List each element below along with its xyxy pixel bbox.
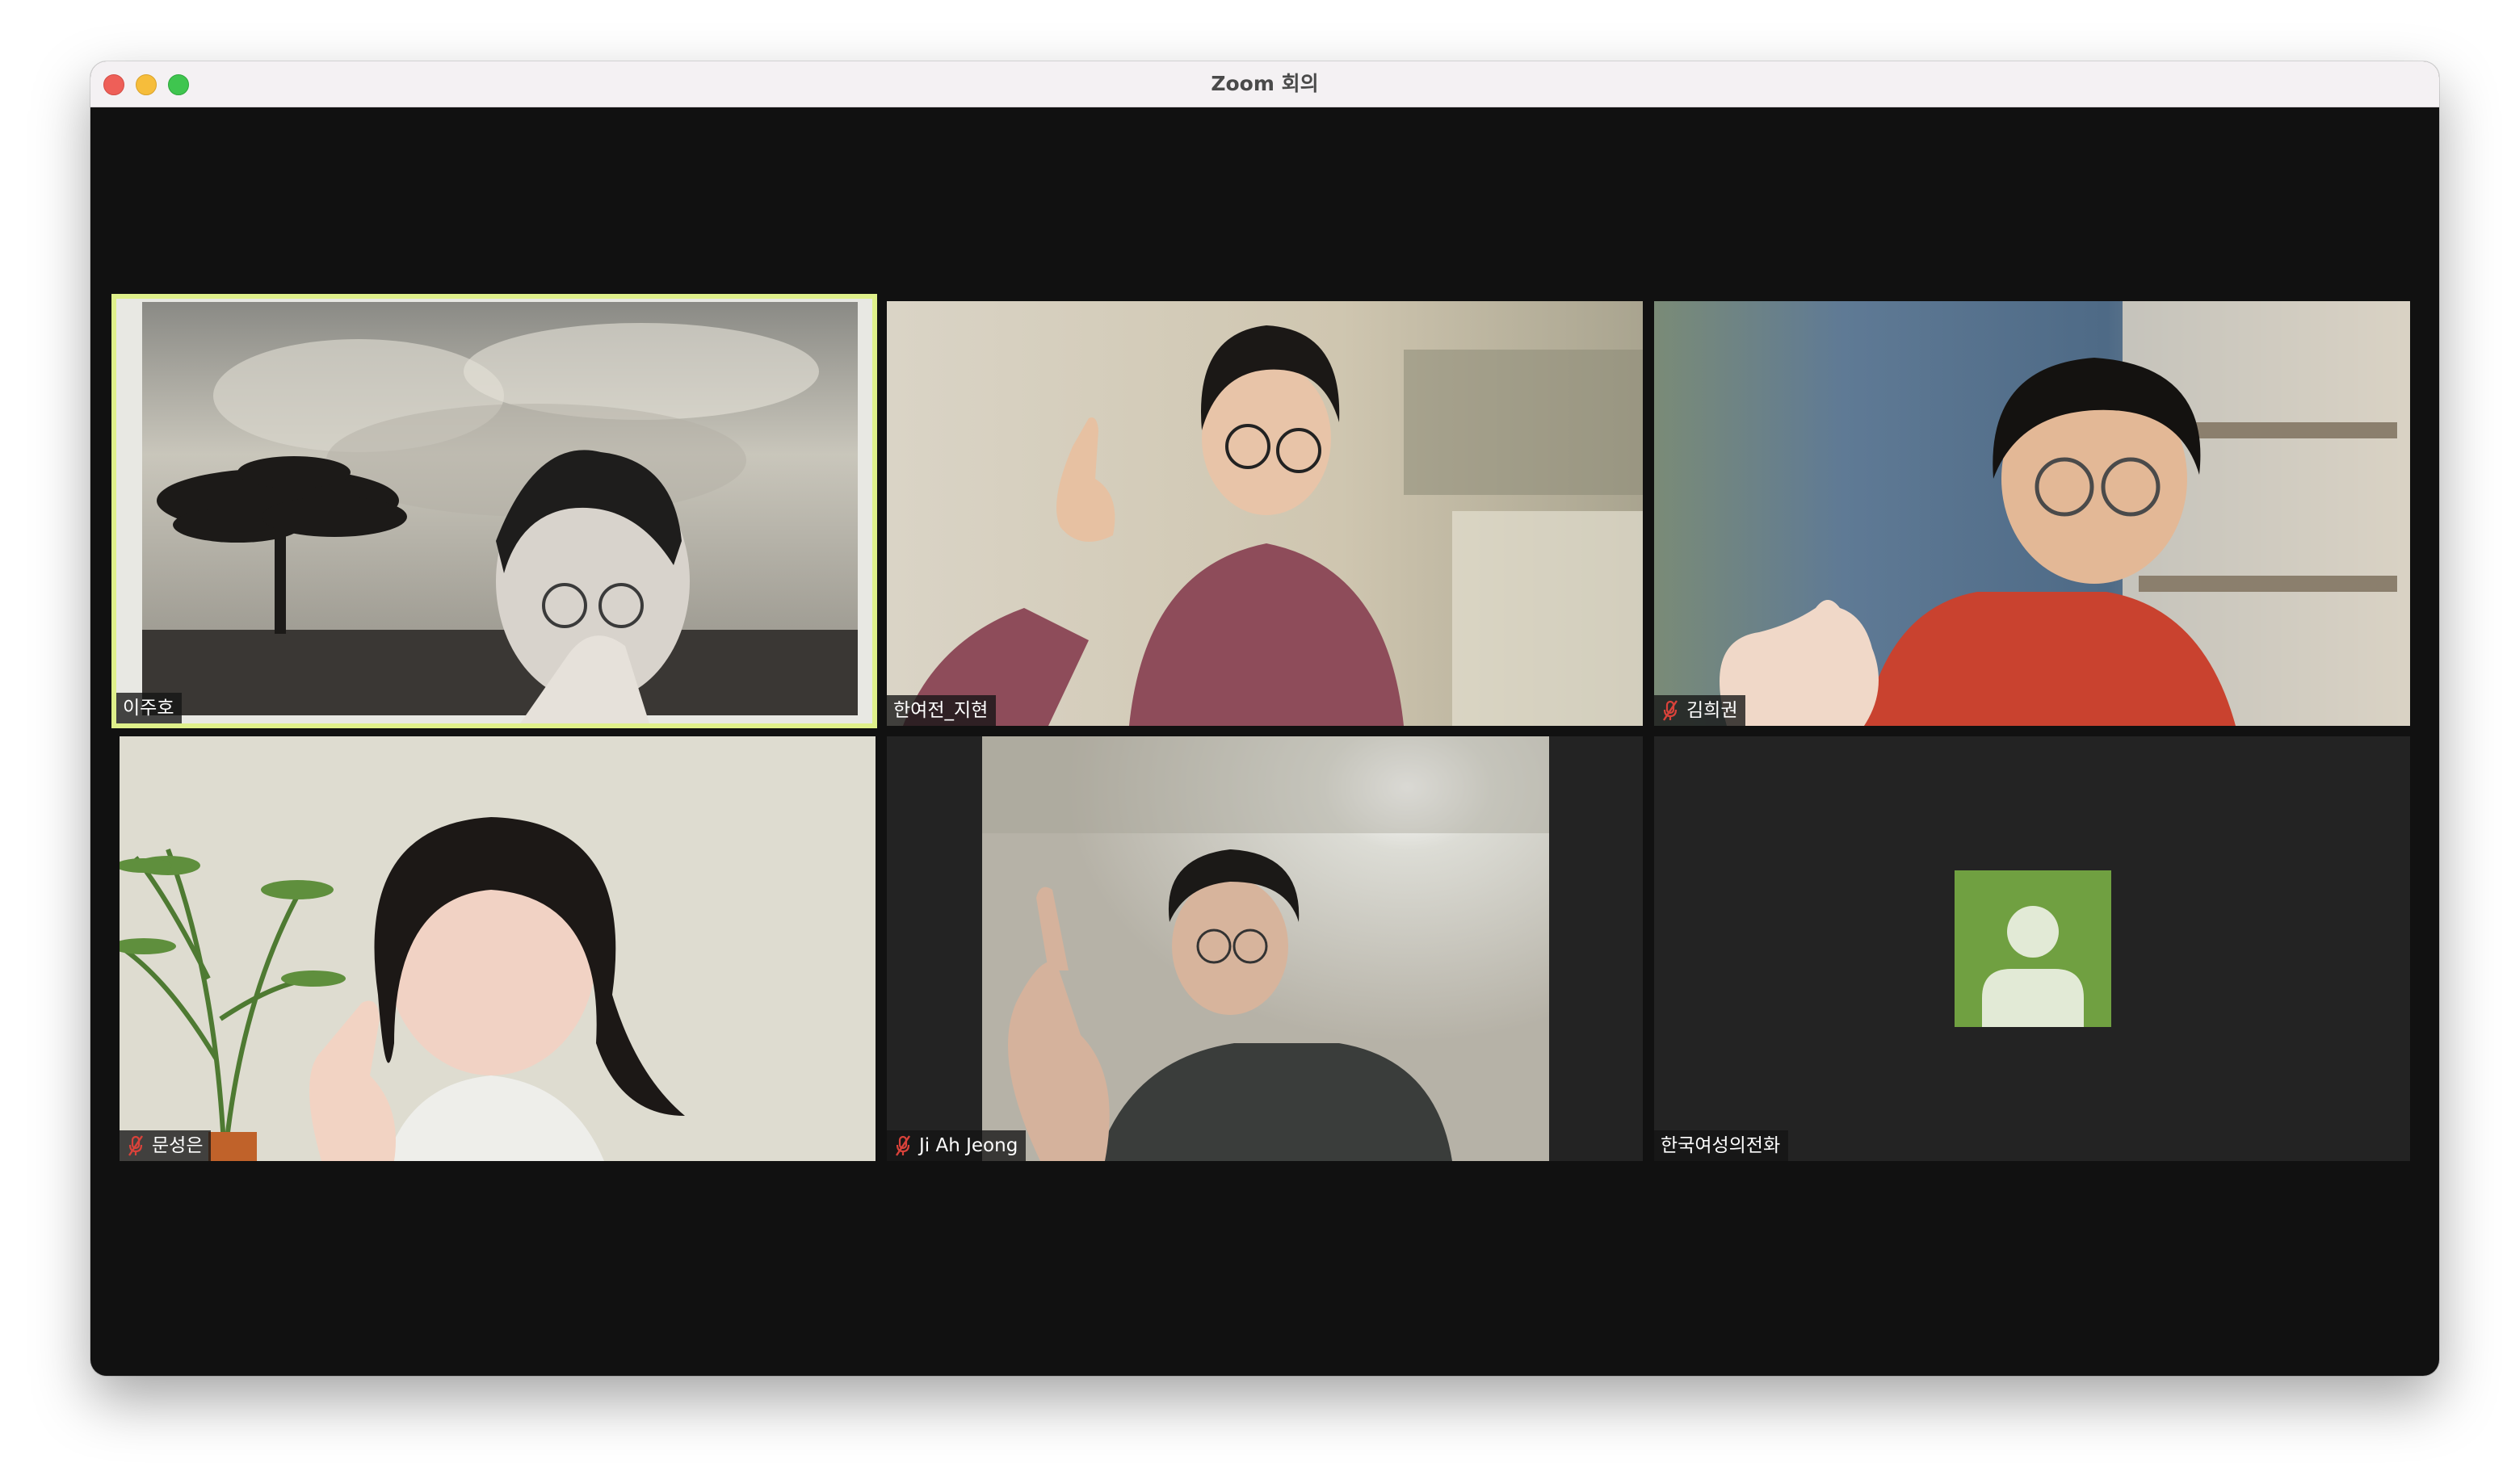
participant-name-tag: 김희권	[1654, 695, 1746, 726]
participant-video-5	[887, 736, 1643, 1161]
participant-tile-4[interactable]: 문성은	[120, 736, 876, 1161]
title-bar[interactable]: Zoom 회의	[90, 61, 2439, 107]
participant-name: 한국여성의전화	[1661, 1135, 1781, 1156]
default-avatar-icon	[1955, 870, 2111, 1027]
zoom-window: Zoom 회의 이주호 한여전_지현 김희권 문성은 Ji Ah Jeong 한…	[90, 61, 2439, 1376]
participant-name: 이주호	[123, 698, 174, 719]
muted-microphone-icon	[896, 1135, 910, 1156]
participant-video-4	[120, 736, 876, 1161]
participant-name: 문성은	[152, 1135, 204, 1156]
participant-name-tag: 이주호	[116, 693, 183, 723]
muted-microphone-icon	[1663, 700, 1678, 721]
participant-name: Ji Ah Jeong	[919, 1135, 1018, 1156]
participant-name-tag: 한여전_지현	[887, 695, 997, 726]
participant-video-1	[116, 299, 872, 723]
participant-name-tag: 문성은	[120, 1130, 212, 1161]
muted-microphone-icon	[128, 1135, 143, 1156]
participant-tile-6[interactable]: 한국여성의전화	[1654, 736, 2410, 1161]
participant-tile-2[interactable]: 한여전_지현	[887, 301, 1643, 726]
participant-tile-5[interactable]: Ji Ah Jeong	[887, 736, 1643, 1161]
participant-video-3	[1654, 301, 2410, 726]
window-title: Zoom 회의	[1211, 72, 1319, 95]
participant-name-tag: Ji Ah Jeong	[887, 1130, 1027, 1161]
participant-tile-1[interactable]: 이주호	[116, 299, 872, 723]
participant-name-tag: 한국여성의전화	[1654, 1130, 1789, 1161]
participant-tile-3[interactable]: 김희권	[1654, 301, 2410, 726]
participant-name: 김희권	[1686, 700, 1738, 721]
participant-name: 한여전_지현	[893, 700, 989, 721]
participant-video-2	[887, 301, 1643, 726]
